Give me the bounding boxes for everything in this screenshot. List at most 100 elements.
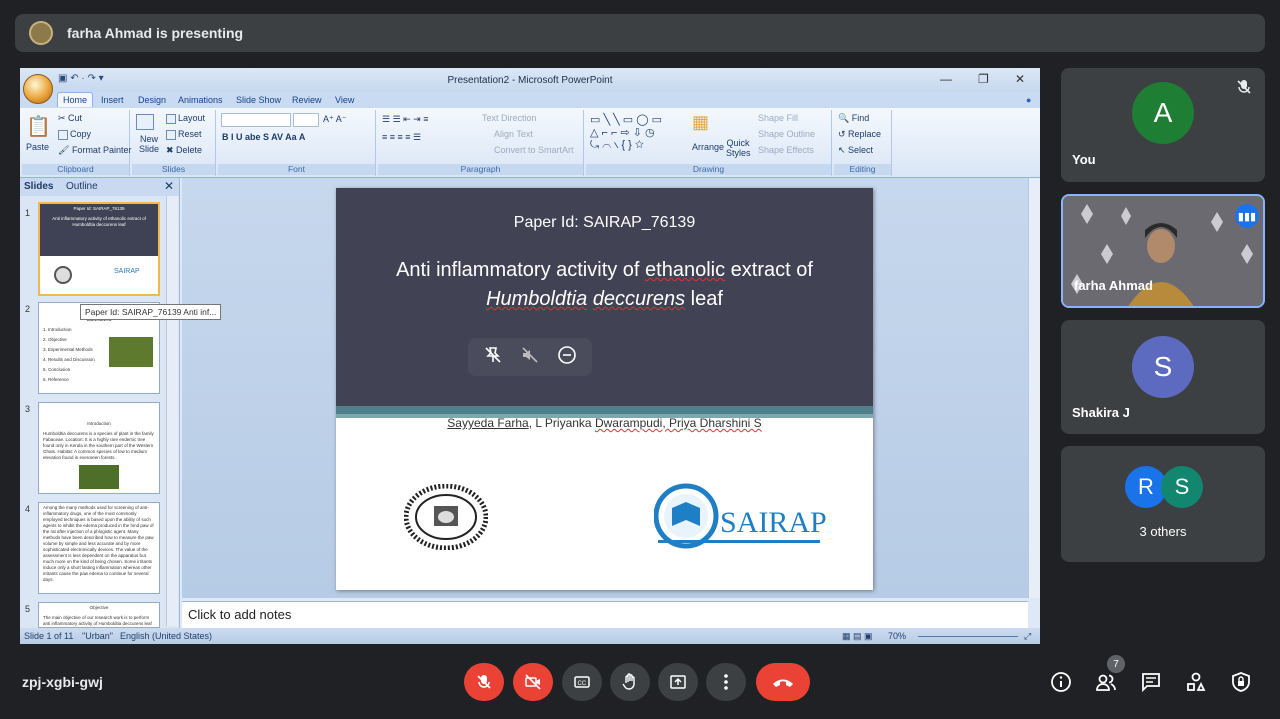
status-language[interactable]: English (United States) bbox=[120, 631, 212, 641]
reset-button[interactable]: Reset bbox=[166, 129, 202, 140]
thumbnails-scrollbar[interactable] bbox=[166, 196, 178, 626]
zoom-slider[interactable] bbox=[918, 636, 1018, 644]
tab-view[interactable]: View bbox=[335, 95, 354, 105]
pane-tab-slides[interactable]: Slides bbox=[24, 181, 53, 192]
pane-tab-outline[interactable]: Outline bbox=[66, 181, 98, 192]
paragraph-group: ☰ ☰ ⇤ ⇥ ≡ ≡ ≡ ≡ ≡ ☰ Text Direction Align… bbox=[378, 110, 584, 176]
tab-animations[interactable]: Animations bbox=[178, 95, 223, 105]
raise-hand-icon bbox=[622, 673, 635, 690]
thumb-2-item: 6. Reference bbox=[43, 377, 69, 382]
slide-thumb-5[interactable]: Objective The main objective of our rese… bbox=[38, 602, 160, 628]
captions-button[interactable]: CC bbox=[562, 663, 602, 701]
notes-field[interactable]: Click to add notes bbox=[182, 601, 1028, 628]
replace-label: Replace bbox=[848, 129, 882, 139]
end-call-button[interactable] bbox=[756, 663, 810, 701]
cut-button[interactable]: ✂ Cut bbox=[58, 113, 82, 124]
format-painter-button[interactable]: 🖌 Format Painter bbox=[58, 145, 131, 156]
participant-tile-others[interactable]: R S 3 others bbox=[1061, 446, 1265, 562]
shape-fill-button[interactable]: Shape Fill bbox=[758, 113, 798, 123]
restore-icon[interactable]: ❐ bbox=[978, 72, 989, 86]
pin-off-icon[interactable] bbox=[483, 345, 503, 370]
volume-off-icon[interactable] bbox=[520, 345, 540, 370]
shape-effects-button[interactable]: Shape Effects bbox=[758, 145, 814, 155]
thumb-5-body: The main objective of our research work … bbox=[43, 615, 152, 626]
copy-button[interactable]: Copy bbox=[58, 129, 91, 140]
thumb-5-title: Objective bbox=[89, 605, 109, 610]
font-name-field[interactable] bbox=[221, 113, 291, 127]
font-grow-icon[interactable]: A⁺ A⁻ bbox=[323, 114, 347, 125]
tab-home[interactable]: Home bbox=[57, 92, 94, 107]
participant-name: farha Ahmad bbox=[1074, 278, 1153, 293]
people-icon[interactable] bbox=[1094, 670, 1118, 694]
quick-styles-button[interactable]: Quick Styles bbox=[726, 138, 751, 158]
office-button[interactable] bbox=[23, 74, 53, 104]
author-part: , L Priyanka bbox=[528, 416, 595, 430]
sairap-logo-text: SAIRAP bbox=[720, 506, 826, 539]
presenting-label: farha Ahmad is presenting bbox=[67, 25, 244, 41]
font-size-field[interactable] bbox=[293, 113, 319, 127]
present-button[interactable] bbox=[658, 663, 698, 701]
host-controls-icon[interactable] bbox=[1229, 670, 1253, 694]
align-text-button[interactable]: Align Text bbox=[494, 129, 533, 139]
more-options-button[interactable] bbox=[706, 663, 746, 701]
tab-design[interactable]: Design bbox=[138, 95, 166, 105]
convert-smartart-button[interactable]: Convert to SmartArt bbox=[494, 145, 574, 155]
mic-toggle-button[interactable] bbox=[464, 663, 504, 701]
text-direction-button[interactable]: Text Direction bbox=[482, 113, 537, 123]
close-icon[interactable]: ✕ bbox=[1015, 72, 1025, 86]
arrange-button[interactable]: Arrange bbox=[692, 142, 724, 152]
shapes-gallery[interactable]: ▭ ╲ ╲ ▭ ◯ ▭ △ ⌐ ⌐ ⇨ ⇩ ◷ ⤿ ⌒ ∖ { } ☆ bbox=[590, 113, 662, 152]
slide-scrollbar[interactable] bbox=[1028, 178, 1040, 598]
mic-off-icon bbox=[1235, 78, 1253, 101]
font-format-buttons[interactable]: B I U abe S AV Aa A bbox=[222, 132, 305, 142]
paste-icon: 📋 bbox=[26, 116, 51, 138]
participant-tile-shakira[interactable]: S Shakira J bbox=[1061, 320, 1265, 434]
thumb-num-2: 2 bbox=[25, 304, 31, 314]
paste-button[interactable]: Paste bbox=[26, 142, 49, 152]
raise-hand-button[interactable] bbox=[610, 663, 650, 701]
present-icon bbox=[670, 675, 686, 689]
slide-thumb-1[interactable]: Paper Id: SAIRAP_76139 Anti inflammatory… bbox=[38, 202, 160, 296]
mic-off-icon bbox=[477, 675, 491, 689]
thumb-3-body: Humboldtia deccurens is a species of pla… bbox=[43, 431, 154, 459]
help-icon[interactable]: ● bbox=[1026, 95, 1031, 105]
author-part: , Priya Dharshini S bbox=[662, 416, 762, 430]
thumb-1-seal bbox=[54, 266, 72, 284]
bullets-icon[interactable]: ☰ ☰ ⇤ ⇥ ≡ bbox=[382, 114, 428, 125]
zoom-level[interactable]: 70% bbox=[888, 631, 906, 641]
chat-icon[interactable] bbox=[1139, 670, 1163, 694]
slide-thumb-3[interactable]: Introduction Humboldtia deccurens is a s… bbox=[38, 402, 160, 494]
tab-slide-show[interactable]: Slide Show bbox=[236, 95, 281, 105]
window-title: Presentation2 - Microsoft PowerPoint bbox=[447, 75, 613, 86]
new-slide-button[interactable]: New Slide bbox=[134, 134, 164, 154]
tab-review[interactable]: Review bbox=[292, 95, 322, 105]
thumb-1-logo: SAIRAP bbox=[114, 268, 140, 275]
align-icon[interactable]: ≡ ≡ ≡ ≡ ☰ bbox=[382, 132, 421, 143]
drawing-label: Drawing bbox=[586, 164, 831, 175]
participant-tile-you[interactable]: A You bbox=[1061, 68, 1265, 182]
shape-outline-button[interactable]: Shape Outline bbox=[758, 129, 815, 139]
current-slide[interactable]: Paper Id: SAIRAP_76139 Anti inflammatory… bbox=[336, 188, 873, 590]
pane-close-icon[interactable]: ✕ bbox=[164, 179, 174, 193]
participant-count-badge: 7 bbox=[1107, 655, 1125, 673]
end-call-icon bbox=[773, 679, 793, 687]
layout-button[interactable]: Layout bbox=[166, 113, 205, 124]
camera-toggle-button[interactable] bbox=[513, 663, 553, 701]
avatar: S bbox=[1161, 466, 1203, 508]
sairap-logo-image: SAIRAP bbox=[654, 483, 826, 549]
select-button[interactable]: ↖ Select bbox=[838, 145, 873, 156]
participant-tile-farha[interactable]: ▮▮▮ farha Ahmad bbox=[1061, 194, 1265, 308]
fit-to-window-icon[interactable]: ⤢ bbox=[1024, 631, 1031, 642]
delete-button[interactable]: ✖ Delete bbox=[166, 145, 202, 156]
tab-insert[interactable]: Insert bbox=[101, 95, 124, 105]
view-buttons[interactable]: ▦ ▤ ▣ bbox=[842, 631, 873, 642]
activities-icon[interactable] bbox=[1184, 670, 1208, 694]
info-icon[interactable] bbox=[1049, 670, 1073, 694]
minimize-icon[interactable]: — bbox=[940, 72, 952, 86]
slide-thumb-4[interactable]: Among the many methods used for screenin… bbox=[38, 502, 160, 594]
find-button[interactable]: 🔍 Find bbox=[838, 113, 869, 124]
meeting-code: zpj-xgbi-gwj bbox=[22, 674, 103, 690]
replace-button[interactable]: ↺ Replace bbox=[838, 129, 881, 140]
author-part: Dwarampudi bbox=[594, 416, 663, 430]
remove-icon[interactable] bbox=[557, 345, 577, 370]
